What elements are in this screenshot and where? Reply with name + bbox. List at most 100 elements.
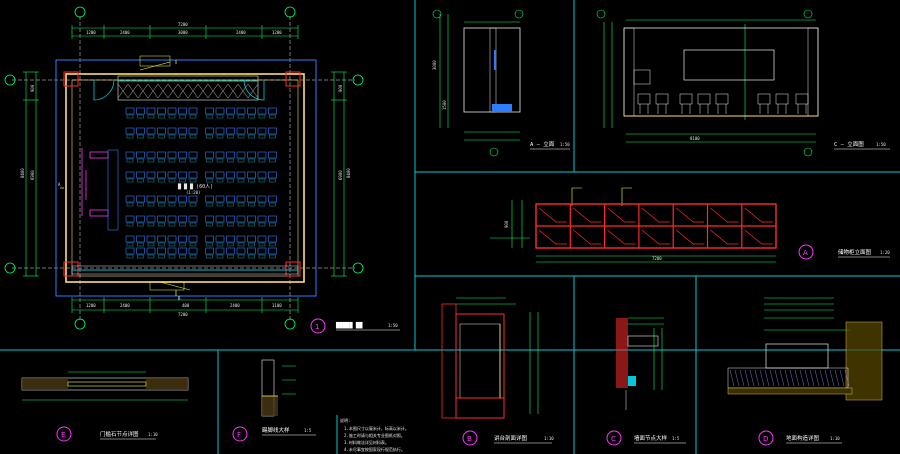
desk — [215, 235, 225, 243]
chair — [258, 242, 266, 247]
desk — [226, 215, 235, 223]
chair — [168, 202, 176, 207]
desk — [146, 235, 156, 243]
svg-text:1100: 1100 — [272, 303, 282, 308]
svg-text:900: 900 — [504, 220, 509, 228]
chair — [179, 134, 186, 139]
chair — [147, 178, 155, 183]
chair — [137, 202, 144, 207]
desk — [226, 171, 235, 179]
notes-line-1: 1.本图尺寸以毫米计，标高以米计。 — [344, 425, 409, 431]
detail-f-scale: 1:5 — [304, 428, 312, 433]
elevation-a-scale: 1:50 — [560, 142, 570, 147]
chair — [237, 114, 245, 119]
axis-a-label: A — [58, 182, 61, 187]
chair — [216, 222, 224, 227]
chair — [216, 202, 224, 207]
desk — [178, 171, 187, 179]
desk — [125, 171, 135, 179]
chair — [168, 114, 176, 119]
room-sub: (1:20) — [186, 190, 200, 195]
detail-c-callout: C — [611, 435, 616, 443]
chair — [269, 114, 276, 119]
desk — [205, 127, 214, 135]
desk — [167, 107, 177, 115]
chair — [216, 158, 224, 163]
plan-left-total: 8400 — [20, 168, 25, 178]
detail-b-scale: 1:10 — [544, 436, 554, 441]
desk — [178, 127, 187, 135]
chair — [269, 158, 276, 163]
chair — [158, 134, 165, 139]
chair — [189, 134, 197, 139]
svg-text:6900: 6900 — [30, 170, 35, 180]
desk — [146, 127, 156, 135]
chair — [158, 254, 165, 259]
chair — [258, 158, 266, 163]
chair — [126, 242, 134, 247]
chair — [168, 222, 176, 227]
notes-line-4: 4.未尽事宜按国家现行规范执行。 — [344, 446, 405, 452]
cabinet-scale: 1:20 — [880, 250, 890, 255]
desk — [188, 151, 198, 159]
chair — [269, 134, 276, 139]
desk — [205, 235, 214, 243]
desk — [157, 127, 166, 135]
chair — [158, 242, 165, 247]
chair — [227, 158, 234, 163]
notes-line-2: 2.施工时请与相关专业图纸对照。 — [344, 432, 405, 438]
detail-b-callout: B — [467, 435, 472, 443]
desk — [257, 127, 267, 135]
cabinet-width: 7200 — [652, 256, 662, 261]
chair — [206, 254, 213, 259]
desk — [146, 215, 156, 223]
chair — [179, 202, 186, 207]
desk — [236, 235, 246, 243]
chair — [158, 178, 165, 183]
desk — [215, 151, 225, 159]
desk — [215, 247, 225, 255]
desk — [157, 215, 166, 223]
desk — [226, 127, 235, 135]
chair — [227, 178, 234, 183]
desk — [157, 151, 166, 159]
notes-heading: 说明: — [340, 417, 350, 423]
chair — [147, 134, 155, 139]
student-desks — [125, 107, 277, 259]
chair — [147, 222, 155, 227]
svg-text:900: 900 — [30, 84, 35, 92]
plan-bottom-total: 7200 — [178, 312, 188, 317]
chair — [147, 158, 155, 163]
svg-text:3000: 3000 — [178, 30, 188, 35]
chair — [168, 178, 176, 183]
desk — [167, 171, 177, 179]
chair — [248, 222, 255, 227]
svg-text:1500: 1500 — [442, 100, 447, 110]
elevation-a: 3000 1500 A — 立面 1:50 — [432, 9, 570, 157]
chair — [227, 134, 234, 139]
svg-text:3000: 3000 — [432, 60, 437, 70]
desk — [146, 151, 156, 159]
chair — [237, 202, 245, 207]
desk — [205, 151, 214, 159]
detail-c-scale: 1:5 — [672, 436, 680, 441]
desk — [247, 151, 256, 159]
chair — [158, 202, 165, 207]
desk — [268, 195, 277, 203]
desk — [136, 151, 145, 159]
chair — [269, 222, 276, 227]
chair — [126, 114, 134, 119]
chair — [179, 178, 186, 183]
desk — [257, 235, 267, 243]
desk — [247, 107, 256, 115]
desk — [146, 107, 156, 115]
chair — [237, 242, 245, 247]
desk — [157, 107, 166, 115]
plan-callout: 1 — [315, 323, 319, 331]
desk — [257, 215, 267, 223]
chair — [179, 114, 186, 119]
chair — [158, 222, 165, 227]
chair — [216, 114, 224, 119]
desk — [146, 171, 156, 179]
desk — [247, 215, 256, 223]
